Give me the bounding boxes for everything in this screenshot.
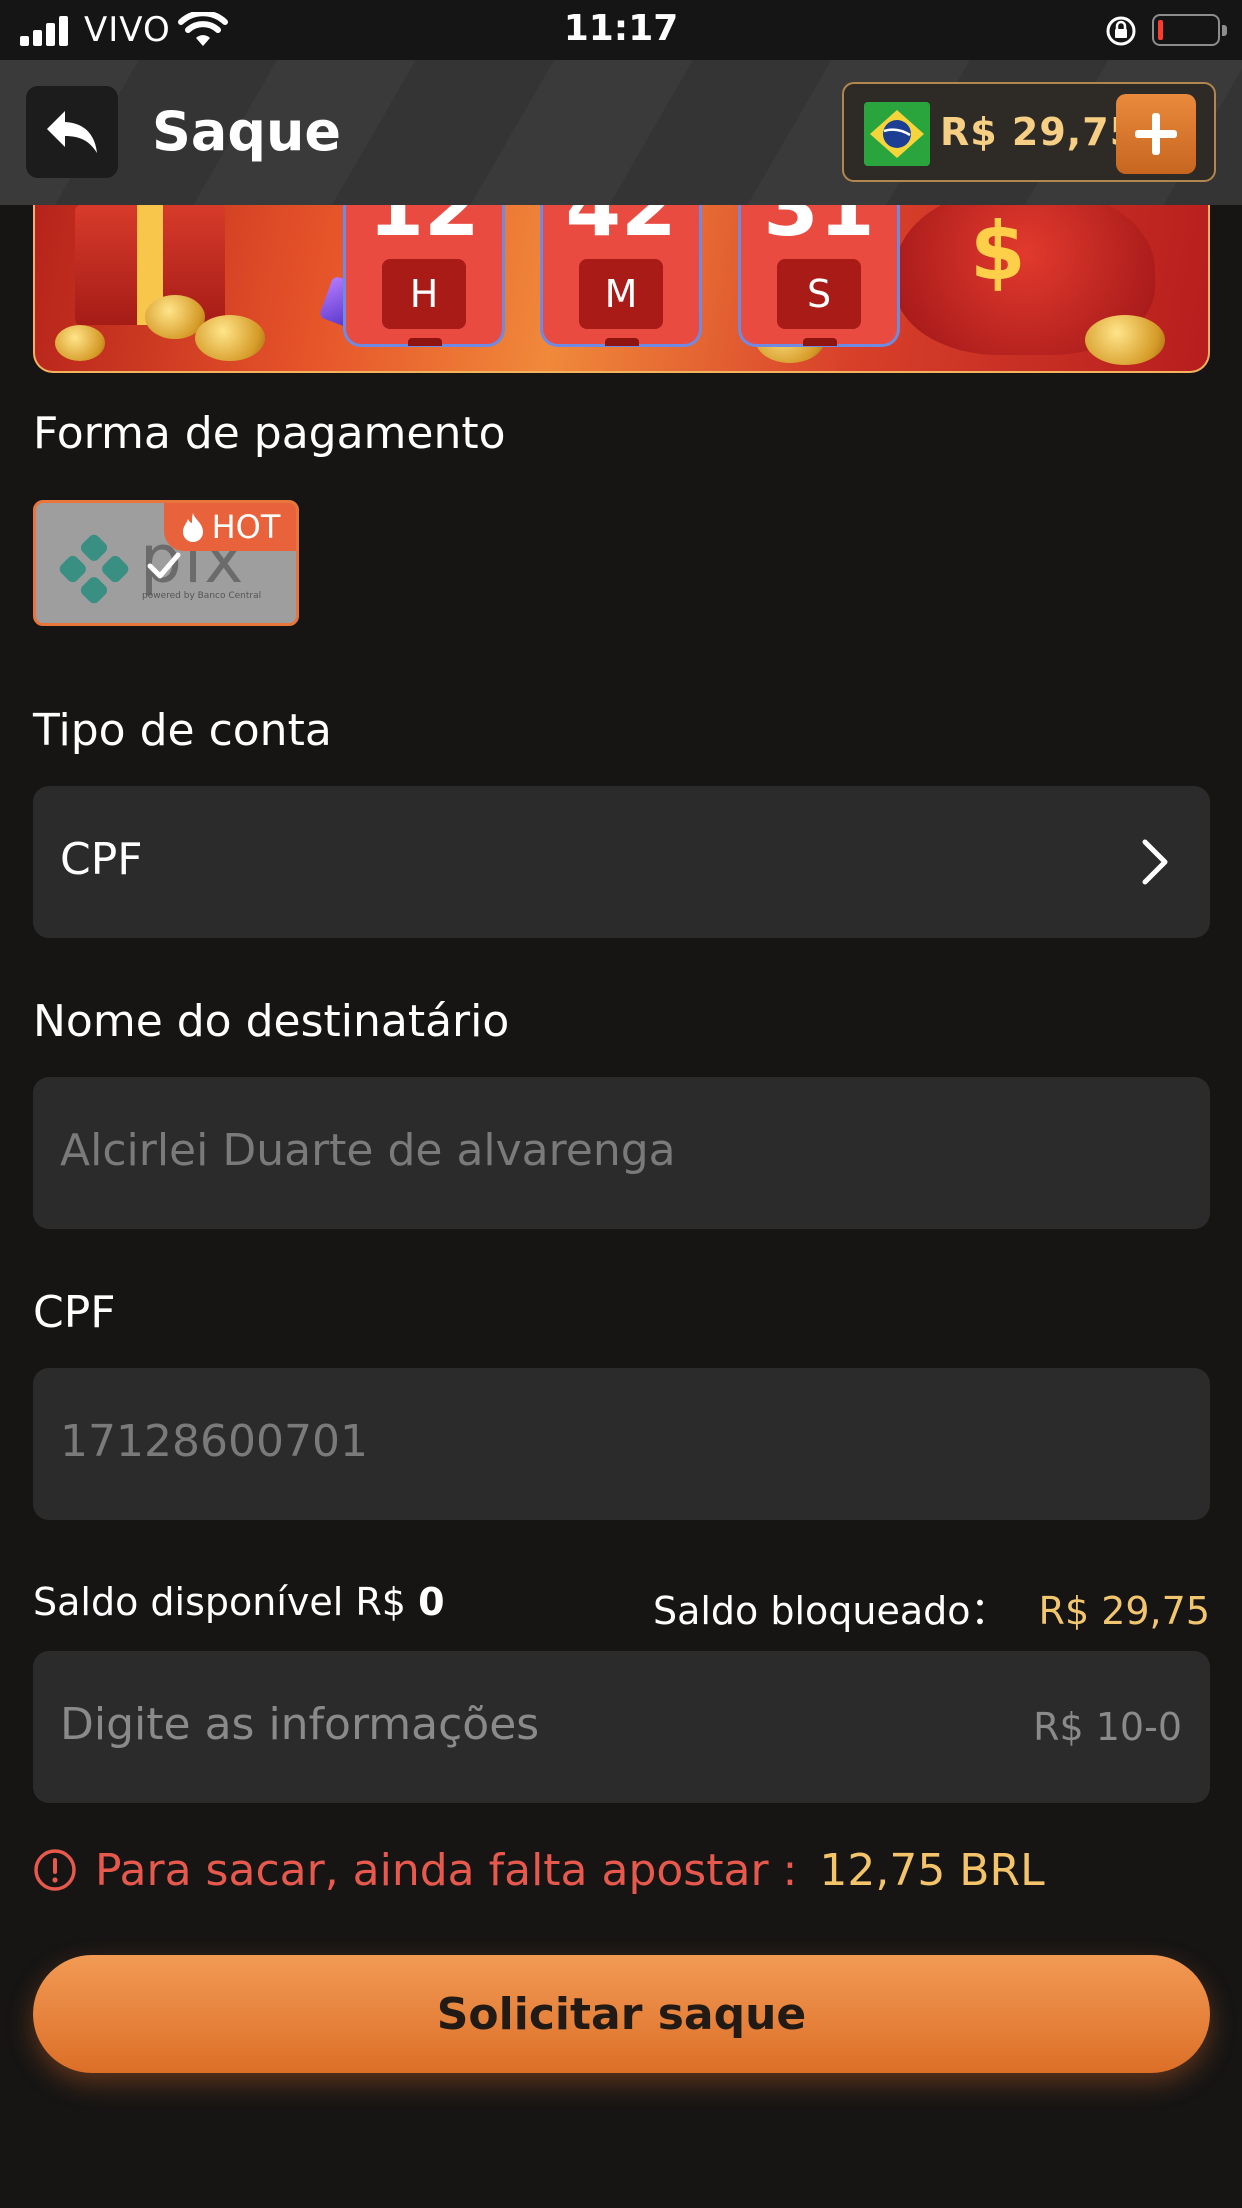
rotation-lock-icon: [1106, 16, 1136, 46]
balance-row: Saldo disponível R$ 0 Saldo bloqueado： R$…: [33, 1580, 1210, 1633]
check-icon: [147, 552, 181, 579]
status-bar: VIVO 11:17: [0, 0, 1242, 60]
chevron-right-icon: [1142, 839, 1168, 885]
account-type-select[interactable]: CPF: [33, 786, 1210, 938]
brazil-flag-icon: [864, 102, 930, 166]
timer-seconds: 31 S: [738, 205, 900, 347]
timer-seconds-value: 31: [763, 205, 875, 254]
alert-circle-icon: [34, 1849, 76, 1891]
page-title: Saque: [152, 100, 342, 163]
request-withdraw-button[interactable]: Solicitar saque: [33, 1955, 1210, 2073]
available-balance: Saldo disponível R$ 0: [33, 1580, 445, 1624]
blocked-balance-value: R$ 29,75: [1038, 1589, 1210, 1633]
cpf-field[interactable]: 17128600701: [33, 1368, 1210, 1520]
blocked-balance: Saldo bloqueado： R$ 29,75: [653, 1580, 1210, 1635]
wallet-amount: R$ 29,75: [940, 110, 1138, 154]
timer-minutes-unit: M: [579, 259, 663, 329]
recipient-name-field[interactable]: Alcirlei Duarte de alvarenga: [33, 1077, 1210, 1229]
pix-payment-option[interactable]: pix powered by Banco Central HOT: [33, 500, 299, 626]
plus-icon: [1135, 113, 1177, 155]
blocked-balance-label: Saldo bloqueado：: [652, 1589, 1009, 1633]
withdraw-amount-placeholder: Digite as informações: [60, 1699, 540, 1750]
available-balance-label: Saldo disponível R$: [33, 1580, 406, 1624]
dollar-sign-decoration: $: [970, 205, 1026, 298]
app-header: Saque R$ 29,75: [0, 60, 1242, 205]
wallet-balance: R$ 29,75: [842, 82, 1216, 182]
add-funds-button[interactable]: [1116, 94, 1196, 174]
timer-minutes-value: 42: [565, 205, 677, 254]
account-type-value: CPF: [60, 834, 143, 885]
timer-minutes: 42 M: [540, 205, 702, 347]
coin-decoration: [195, 315, 265, 361]
account-type-label: Tipo de conta: [33, 705, 332, 756]
promo-banner[interactable]: $ 12 H 42 M 31 S: [33, 205, 1210, 373]
recipient-name-value: Alcirlei Duarte de alvarenga: [60, 1125, 676, 1176]
recipient-name-label: Nome do destinatário: [33, 996, 510, 1047]
timer-hours-value: 12: [368, 205, 480, 254]
wager-warning: Para sacar, ainda falta apostar : 12,75 …: [33, 1842, 1045, 1898]
cpf-label: CPF: [33, 1287, 116, 1338]
timer-hours: 12 H: [343, 205, 505, 347]
coin-decoration: [1085, 315, 1165, 365]
payment-method-label: Forma de pagamento: [33, 408, 506, 459]
wager-warning-amount: 12,75 BRL: [819, 1844, 1045, 1896]
hot-badge: HOT: [164, 503, 296, 551]
back-button[interactable]: [26, 86, 118, 178]
back-arrow-icon: [47, 111, 97, 153]
battery-icon: [1152, 14, 1227, 46]
flame-icon: [182, 513, 203, 542]
withdraw-amount-input[interactable]: Digite as informações R$ 10-0: [33, 1651, 1210, 1803]
status-time: 11:17: [563, 8, 679, 49]
timer-seconds-unit: S: [777, 259, 861, 329]
available-balance-value: 0: [418, 1580, 445, 1624]
pix-subtitle: powered by Banco Central: [142, 591, 262, 601]
coin-decoration: [55, 325, 105, 361]
cpf-value: 17128600701: [60, 1416, 368, 1467]
hot-badge-label: HOT: [211, 508, 281, 546]
pix-logo-icon: [59, 534, 129, 604]
withdraw-amount-range: R$ 10-0: [1033, 1705, 1182, 1749]
timer-hours-unit: H: [382, 259, 466, 329]
wager-warning-text: Para sacar, ainda falta apostar :: [95, 1844, 798, 1896]
